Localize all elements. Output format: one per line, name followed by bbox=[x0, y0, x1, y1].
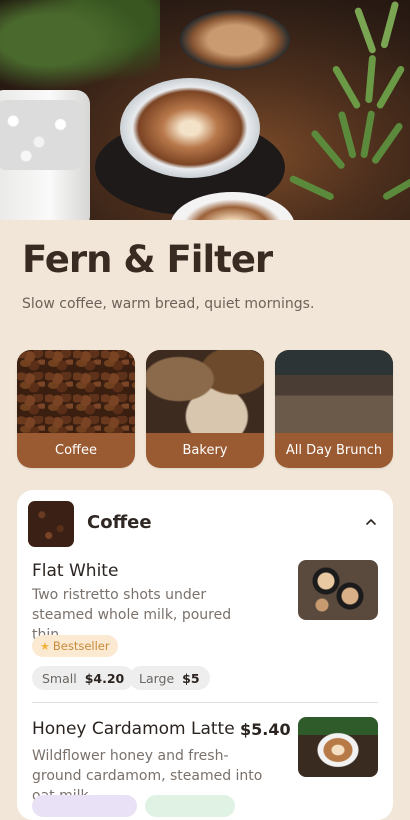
chevron-up-icon[interactable] bbox=[365, 516, 377, 528]
category-label: Bakery bbox=[182, 443, 228, 458]
tag-pill bbox=[32, 795, 137, 817]
badge-label: Bestseller bbox=[52, 639, 110, 653]
cafe-interior-image bbox=[275, 350, 393, 433]
category-card-bakery[interactable]: Bakery bbox=[146, 350, 264, 468]
size-price: $4.20 bbox=[84, 670, 125, 686]
bestseller-badge: ★ Bestseller bbox=[32, 635, 118, 657]
size-option-large[interactable]: Large $5 bbox=[129, 666, 210, 690]
hero-foliage-left bbox=[0, 0, 160, 100]
hero-pebbles bbox=[0, 100, 82, 170]
category-label: Coffee bbox=[55, 443, 97, 458]
category-label: All Day Brunch bbox=[285, 443, 383, 458]
item-name[interactable]: Flat White bbox=[32, 561, 118, 581]
size-price: $5 bbox=[182, 670, 200, 686]
item-price: $5.40 bbox=[240, 720, 291, 739]
tag-pill bbox=[145, 795, 235, 817]
latte-image bbox=[298, 717, 378, 777]
page-title: Fern & Filter bbox=[22, 238, 273, 281]
category-card-coffee[interactable]: Coffee bbox=[17, 350, 135, 468]
item-divider bbox=[32, 702, 378, 703]
category-card-brunch[interactable]: All Day Brunch bbox=[275, 350, 393, 468]
menu-section-card: Coffee Flat White Two ristretto shots un… bbox=[17, 490, 393, 820]
size-label: Large bbox=[139, 670, 175, 686]
flat-white-image bbox=[298, 560, 378, 620]
bread-loaves-image bbox=[146, 350, 264, 433]
page-subtitle: Slow coffee, warm bread, quiet mornings. bbox=[22, 296, 315, 312]
hero-image bbox=[0, 0, 410, 220]
size-label: Small bbox=[42, 670, 77, 686]
size-option-small[interactable]: Small $4.20 bbox=[32, 666, 135, 690]
hero-cup-back bbox=[180, 10, 290, 70]
section-title[interactable]: Coffee bbox=[87, 512, 152, 533]
category-list: Coffee Bakery All Day Brunch bbox=[17, 350, 394, 468]
hero-foliage-right bbox=[280, 0, 410, 220]
item-name[interactable]: Honey Cardamom Latte bbox=[32, 719, 235, 739]
star-icon: ★ bbox=[40, 639, 50, 653]
coffee-beans-image bbox=[17, 350, 135, 433]
section-thumbnail bbox=[28, 501, 74, 547]
